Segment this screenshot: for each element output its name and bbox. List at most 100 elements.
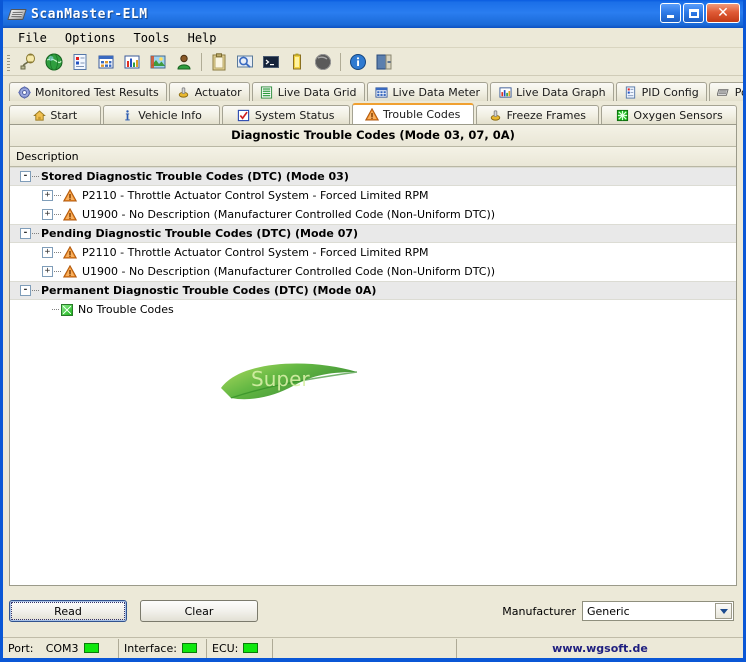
tree-dtc-row[interactable]: + P2110 - Throttle Actuator Control Syst… xyxy=(10,186,736,205)
terminal-icon[interactable] xyxy=(259,50,283,74)
tab-start[interactable]: Start xyxy=(9,105,101,124)
tab-power[interactable]: Power xyxy=(708,82,743,101)
expander-toggle[interactable]: - xyxy=(20,171,31,182)
toolbar xyxy=(3,48,743,76)
menu-item-options[interactable]: Options xyxy=(56,30,125,46)
tab-label: Monitored Test Results xyxy=(35,85,159,99)
warning-icon xyxy=(62,245,78,259)
manufacturer-select[interactable]: Generic xyxy=(582,601,734,621)
monitor-search-icon[interactable] xyxy=(233,50,257,74)
column-header-description: Description xyxy=(10,147,736,167)
expander-toggle[interactable]: + xyxy=(42,266,53,277)
maximize-button[interactable] xyxy=(683,3,704,23)
info-icon[interactable] xyxy=(346,50,370,74)
tree-row-label: Pending Diagnostic Trouble Codes (DTC) (… xyxy=(41,227,359,240)
expander-toggle[interactable]: + xyxy=(42,190,53,201)
warning-icon xyxy=(62,264,78,278)
ecu-status-led xyxy=(243,643,259,653)
tab-vehicle-info[interactable]: Vehicle Info xyxy=(102,105,220,124)
read-button[interactable]: Read xyxy=(9,600,127,622)
tree-group-row[interactable]: - Permanent Diagnostic Trouble Codes (DT… xyxy=(10,281,736,300)
home-icon xyxy=(32,108,46,122)
tree-dtc-row[interactable]: + P2110 - Throttle Actuator Control Syst… xyxy=(10,243,736,262)
tab-oxygen-sensors[interactable]: Oxygen Sensors xyxy=(601,105,738,124)
menu-item-help[interactable]: Help xyxy=(179,30,226,46)
trouble-codes-tree: - Stored Diagnostic Trouble Codes (DTC) … xyxy=(10,167,736,319)
tree-row-label: U1900 - No Description (Manufacturer Con… xyxy=(82,265,496,278)
actuator-icon xyxy=(489,108,503,122)
expander-toggle[interactable]: - xyxy=(20,228,31,239)
battery-icon[interactable] xyxy=(285,50,309,74)
tab-monitored-test-results[interactable]: Monitored Test Results xyxy=(9,82,167,101)
tab-actuator[interactable]: Actuator xyxy=(168,82,250,101)
chart-icon[interactable] xyxy=(120,50,144,74)
tab-label: Live Data Graph xyxy=(516,85,606,99)
menu-item-file[interactable]: File xyxy=(9,30,56,46)
tree-row-label: No Trouble Codes xyxy=(78,303,174,316)
toolbar-grip[interactable] xyxy=(7,52,10,71)
user-icon[interactable] xyxy=(172,50,196,74)
tab-live-data-meter[interactable]: Live Data Meter xyxy=(366,82,489,101)
tab-freeze-frames[interactable]: Freeze Frames xyxy=(475,105,600,124)
expander-toggle[interactable]: + xyxy=(42,247,53,258)
tab-live-data-graph[interactable]: Live Data Graph xyxy=(490,82,614,101)
tab-live-data-grid[interactable]: Live Data Grid xyxy=(251,82,365,101)
gear-blue-icon xyxy=(17,85,31,99)
menu-bar: File Options Tools Help xyxy=(3,28,743,48)
clear-button[interactable]: Clear xyxy=(140,600,258,622)
tab-label: System Status xyxy=(254,108,335,122)
interface-status-led xyxy=(181,643,197,653)
chip-gray-icon xyxy=(717,85,731,99)
website-link[interactable]: www.wgsoft.de xyxy=(457,639,743,658)
tab-bars: Monitored Test Results Actuator Live Dat… xyxy=(3,76,743,124)
tab-pid-config[interactable]: PID Config xyxy=(615,82,707,101)
checkbox-red-icon xyxy=(237,108,251,122)
ecu-label: ECU: xyxy=(212,641,239,655)
image-icon[interactable] xyxy=(146,50,170,74)
tree-group-row[interactable]: - Pending Diagnostic Trouble Codes (DTC)… xyxy=(10,224,736,243)
tab-label: Oxygen Sensors xyxy=(633,108,723,122)
super-watermark: Super xyxy=(215,362,365,408)
expander-toggle[interactable]: + xyxy=(42,209,53,220)
window-controls: ✕ xyxy=(660,3,740,23)
close-button[interactable]: ✕ xyxy=(706,3,740,23)
trouble-codes-panel: Diagnostic Trouble Codes (Mode 03, 07, 0… xyxy=(9,124,737,586)
application-window: ScanMaster-ELM ✕ File Options Tools Help xyxy=(0,0,746,662)
tab-system-status[interactable]: System Status xyxy=(221,105,350,124)
tab-label: Live Data Grid xyxy=(277,85,357,99)
tree-dtc-row[interactable]: + U1900 - No Description (Manufacturer C… xyxy=(10,262,736,281)
tab-label: Trouble Codes xyxy=(383,108,461,121)
connect-icon[interactable] xyxy=(16,50,40,74)
pid-doc-icon xyxy=(624,85,638,99)
globe-icon[interactable] xyxy=(42,50,66,74)
tab-label: Freeze Frames xyxy=(506,108,587,122)
port-status-led xyxy=(83,643,99,653)
port-value: COM3 xyxy=(45,641,79,655)
disc-icon[interactable] xyxy=(311,50,335,74)
tree-dtc-row[interactable]: + U1900 - No Description (Manufacturer C… xyxy=(10,205,736,224)
menu-item-tools[interactable]: Tools xyxy=(124,30,178,46)
bar-chart-icon xyxy=(498,85,512,99)
chevron-down-icon[interactable] xyxy=(715,603,732,619)
info-blue-icon xyxy=(120,108,134,122)
expander-toggle[interactable]: - xyxy=(20,285,31,296)
status-port: Port: COM3 xyxy=(3,638,119,658)
tree-row-label: Permanent Diagnostic Trouble Codes (DTC)… xyxy=(41,284,377,297)
tab-label: PID Config xyxy=(641,85,699,99)
chip-icon xyxy=(7,6,27,22)
tree-leaf-row[interactable]: No Trouble Codes xyxy=(10,300,736,319)
minimize-button[interactable] xyxy=(660,3,681,23)
manufacturer-value: Generic xyxy=(587,604,630,618)
tab-trouble-codes[interactable]: Trouble Codes xyxy=(351,103,474,124)
report-icon[interactable] xyxy=(68,50,92,74)
clipboard-icon[interactable] xyxy=(207,50,231,74)
tree-group-row[interactable]: - Stored Diagnostic Trouble Codes (DTC) … xyxy=(10,167,736,186)
tab-row-secondary: Start Vehicle Info System Status Trouble… xyxy=(9,102,738,124)
port-label: Port: xyxy=(8,641,34,655)
tab-label: Start xyxy=(50,108,78,122)
list-green-icon xyxy=(260,85,274,99)
exit-icon[interactable] xyxy=(372,50,396,74)
grid-icon[interactable] xyxy=(94,50,118,74)
title-bar: ScanMaster-ELM ✕ xyxy=(3,0,743,28)
status-message xyxy=(273,638,457,658)
